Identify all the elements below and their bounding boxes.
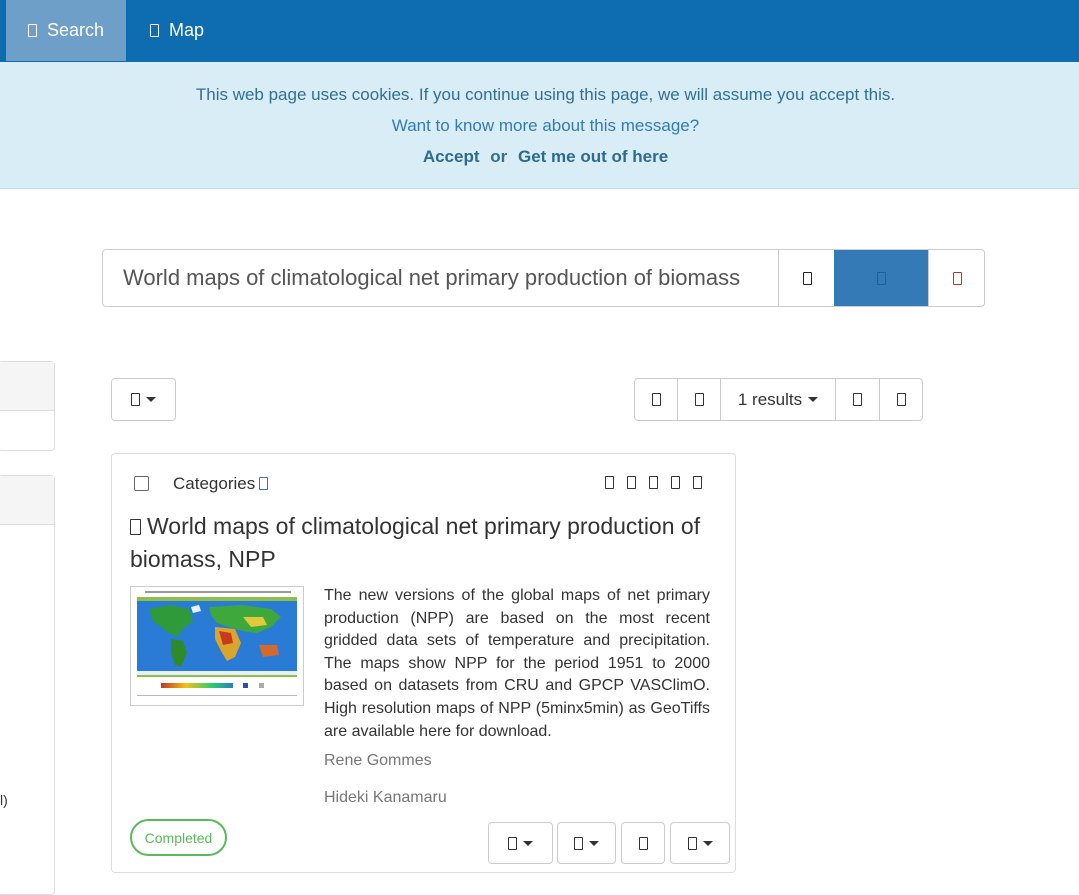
- globe-icon: [150, 24, 159, 37]
- first-page-icon: [651, 393, 661, 406]
- last-page-button[interactable]: [879, 378, 923, 421]
- caret-down-icon: [589, 840, 599, 846]
- sort-icon: [131, 393, 140, 406]
- status-badge: Completed: [130, 819, 227, 856]
- next-page-icon: [853, 393, 862, 406]
- reset-icon: [952, 271, 962, 285]
- previous-page-icon: [694, 393, 704, 406]
- add-to-map-button[interactable]: [621, 822, 665, 864]
- search-submit-button[interactable]: [834, 250, 928, 306]
- categories-icon: [259, 477, 269, 490]
- npp-world-map-thumbnail: [131, 587, 303, 705]
- view-dropdown-button[interactable]: [557, 822, 616, 864]
- results-count-dropdown[interactable]: 1 results: [720, 378, 836, 421]
- cookie-banner: This web page uses cookies. If you conti…: [0, 62, 1079, 189]
- categories-label: Categories: [173, 474, 256, 493]
- sort-dropdown-button[interactable]: [111, 378, 176, 421]
- caret-down-icon: [808, 397, 819, 402]
- download-icon: [605, 476, 614, 489]
- result-author[interactable]: Hideki Kanamaru: [324, 789, 447, 807]
- cookie-more-link[interactable]: Want to know more about this message?: [392, 116, 699, 135]
- nav-tab-search[interactable]: Search: [6, 0, 126, 61]
- nav-tab-map[interactable]: Map: [146, 0, 226, 61]
- previous-page-button[interactable]: [677, 378, 721, 421]
- clear-icon: [802, 271, 812, 285]
- results-count-label: 1 results: [737, 389, 803, 409]
- map-layer-icon: [671, 476, 680, 489]
- view-icon: [574, 836, 583, 850]
- select-result-checkbox[interactable]: [134, 476, 149, 491]
- caret-down-icon: [523, 840, 533, 846]
- result-author[interactable]: Rene Gommes: [324, 752, 432, 770]
- dataset-icon: [649, 476, 658, 489]
- cookie-message: This web page uses cookies. If you conti…: [195, 85, 896, 104]
- next-page-button[interactable]: [835, 378, 880, 421]
- top-navbar: Search Map: [0, 0, 1079, 62]
- result-card: Categories World maps of climatological …: [111, 453, 736, 873]
- download-icon: [508, 836, 517, 850]
- search-input[interactable]: [103, 250, 778, 306]
- last-page-icon: [896, 393, 906, 406]
- clear-search-button[interactable]: [778, 250, 835, 306]
- facet-panel: [0, 361, 55, 451]
- more-icon: [687, 836, 697, 850]
- view-icon: [627, 476, 636, 489]
- nav-tab-map-label: Map: [169, 20, 205, 40]
- result-status-icons: [605, 476, 702, 489]
- license-icon: [693, 476, 702, 489]
- caret-down-icon: [146, 397, 156, 402]
- result-abstract: The new versions of the global maps of n…: [324, 587, 710, 737]
- categories-toggle[interactable]: Categories: [173, 474, 269, 494]
- search-icon: [27, 24, 37, 37]
- facet-panel-header[interactable]: [0, 476, 54, 525]
- result-thumbnail[interactable]: [130, 586, 304, 706]
- cookie-or-text: or: [490, 147, 508, 166]
- download-dropdown-button[interactable]: [488, 822, 553, 864]
- nav-tab-search-label: Search: [46, 20, 105, 40]
- result-title[interactable]: World maps of climatological net primary…: [130, 510, 720, 576]
- caret-down-icon: [702, 840, 713, 846]
- globe-icon: [638, 836, 648, 850]
- search-bar: [102, 249, 985, 307]
- dataset-type-icon: [130, 519, 141, 535]
- cookie-accept-link[interactable]: Accept: [423, 147, 480, 166]
- pagination: 1 results: [634, 378, 923, 421]
- reset-search-button[interactable]: [928, 250, 985, 306]
- more-actions-dropdown-button[interactable]: [670, 822, 730, 864]
- facet-fragment-text: l): [0, 792, 8, 808]
- first-page-button[interactable]: [634, 378, 678, 421]
- result-title-text: World maps of climatological net primary…: [130, 513, 701, 572]
- cookie-leave-link[interactable]: Get me out of here: [518, 147, 668, 166]
- facet-panel: [0, 475, 55, 895]
- facet-panel-header[interactable]: [0, 362, 54, 411]
- search-icon: [876, 271, 886, 285]
